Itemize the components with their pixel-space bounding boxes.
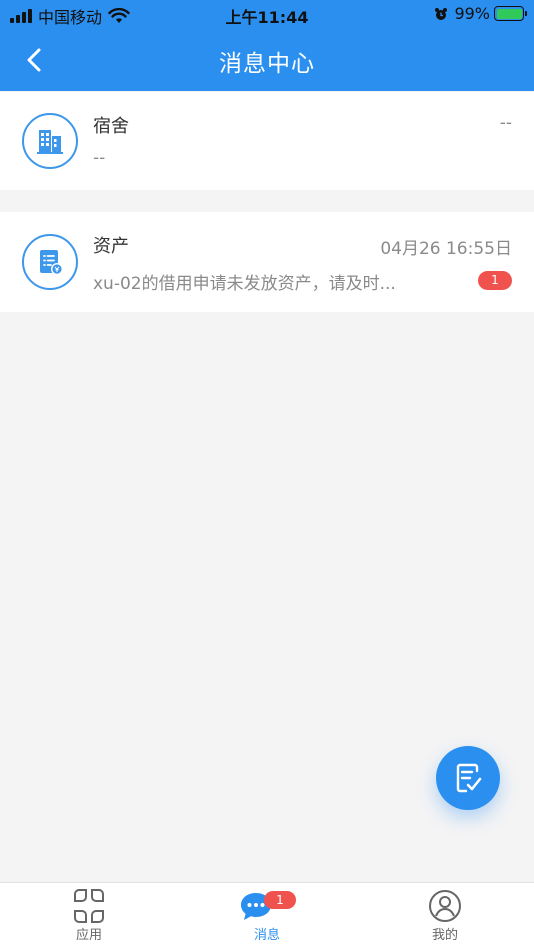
unread-badge: 1 [478, 271, 512, 290]
message-item-assets[interactable]: 资产 04月26 16:55日 xu-02的借用申请未发放资产，请及时... 1 [0, 212, 534, 312]
asset-document-icon [22, 234, 78, 290]
tab-apps[interactable]: 应用 [0, 883, 178, 950]
tab-unread-badge: 1 [264, 891, 296, 909]
nav-bar: 消息中心 [0, 30, 534, 91]
app-header: 中国移动 上午11:44 99% 消息中心 [0, 0, 534, 91]
tab-profile[interactable]: 我的 [356, 883, 534, 950]
apps-grid-icon [71, 889, 107, 923]
tab-messages[interactable]: 1 消息 [178, 883, 356, 950]
message-preview: -- [93, 148, 106, 168]
message-title: 宿舍 [93, 116, 129, 137]
message-time: 04月26 16:55日 [380, 239, 512, 259]
tab-label: 我的 [431, 928, 458, 943]
edit-checklist-icon [456, 763, 482, 793]
alarm-clock-icon [435, 7, 448, 20]
page-title: 消息中心 [219, 51, 315, 77]
battery-icon [494, 6, 527, 21]
status-bar: 中国移动 上午11:44 99% [0, 0, 534, 30]
bottom-tab-bar: 应用 1 消息 我的 [0, 882, 534, 950]
building-icon [22, 113, 78, 169]
message-item-dormitory[interactable]: 宿舍 -- -- [0, 92, 534, 190]
compose-fab-button[interactable] [436, 746, 500, 810]
tab-label: 应用 [75, 928, 102, 943]
battery-percent: 99% [454, 4, 490, 23]
user-profile-icon [427, 889, 463, 923]
chat-bubble-icon: 1 [238, 889, 296, 923]
message-title: 资产 [93, 236, 129, 257]
tab-label: 消息 [253, 928, 280, 943]
message-time: -- [499, 113, 512, 133]
message-preview: xu-02的借用申请未发放资产，请及时... [93, 274, 396, 294]
